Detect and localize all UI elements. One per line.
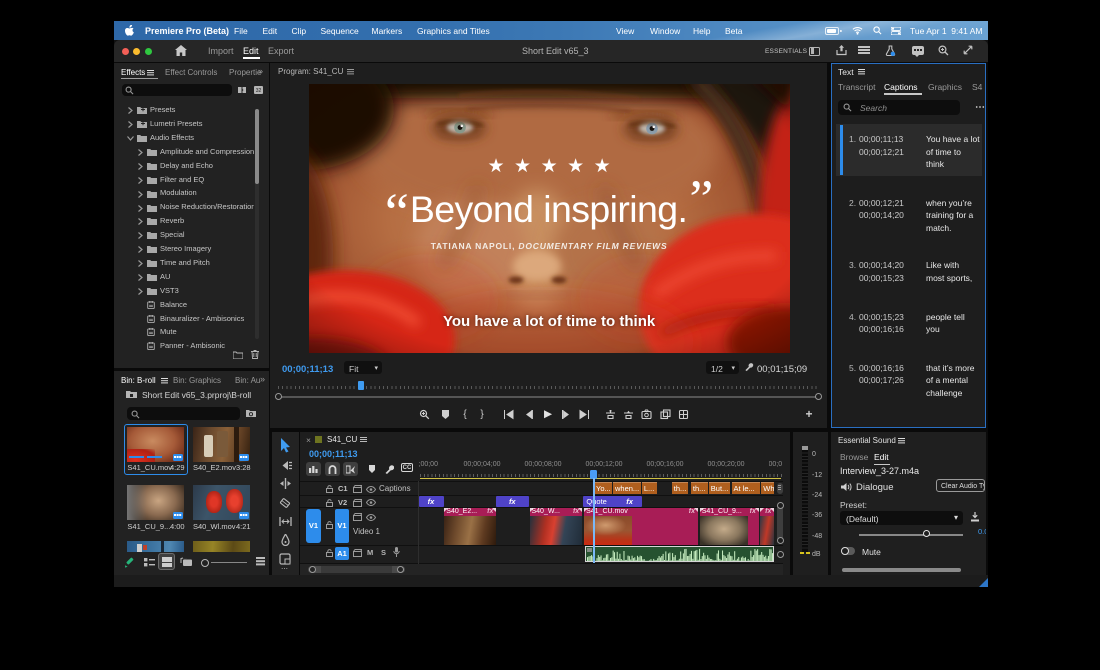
- svg-text:32: 32: [256, 88, 262, 94]
